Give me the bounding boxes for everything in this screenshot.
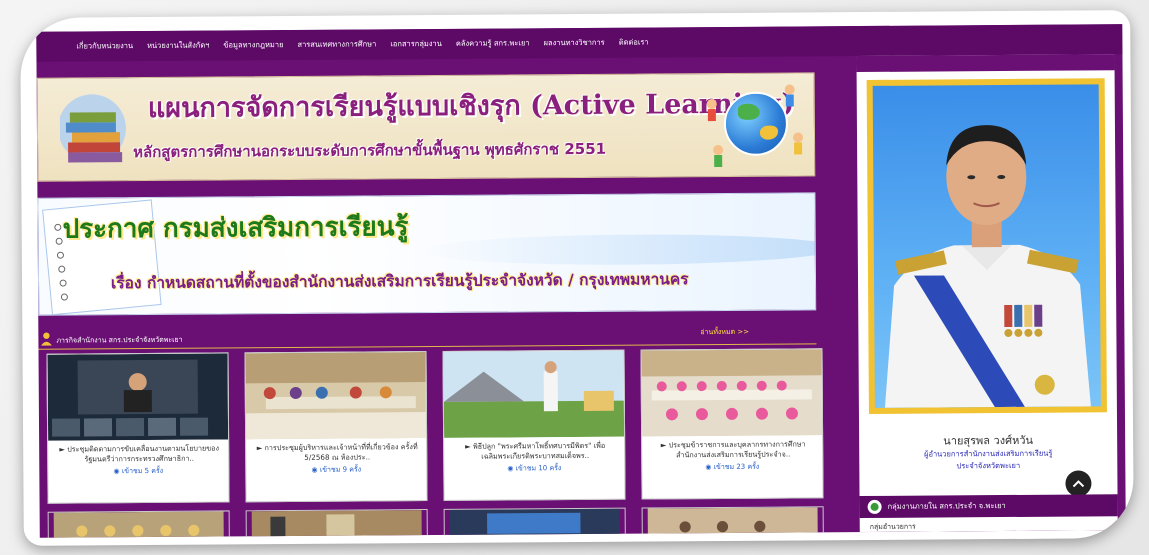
nav-item-about[interactable]: เกี่ยวกับหน่วยงาน (76, 40, 133, 52)
news-thumbnail[interactable] (245, 509, 428, 538)
user-icon (40, 332, 52, 346)
news-title[interactable]: ► ประชุมติดตามการขับเคลื่อนงานตามนโยบายข… (52, 443, 226, 464)
view-count: ◉ เข้าชม 5 ครั้ง (113, 466, 164, 476)
nav-item-academic[interactable]: ผลงานทางวิชาการ (544, 37, 605, 49)
news-title[interactable]: ► พิธีปลูก "พระศรีมหาโพธิ์ทศบารมีพิตร" เ… (448, 441, 622, 462)
news-title[interactable]: ► ประชุมข้าราชการและบุคลากรทางการศึกษา ส… (646, 439, 820, 460)
nav-item-units[interactable]: หน่วยงานในสังกัดฯ (147, 40, 209, 52)
nav-item-contact[interactable]: ติดต่อเรา (619, 36, 649, 48)
view-count: ◉ เข้าชม 23 ครั้ง (705, 462, 760, 472)
portrait-illustration (884, 125, 1091, 408)
section-title: ภารกิจสำนักงาน สกร.ประจำจังหวัดพะเยา (56, 335, 183, 345)
news-card[interactable]: ► ประชุมติดตามการขับเคลื่อนงานตามนโยบายข… (46, 352, 230, 504)
nav-item-knowledge[interactable]: คลังความรู้ สกร.พะเยา (456, 37, 530, 50)
news-thumbnail[interactable] (47, 510, 230, 538)
sidebar: นายสุรพล วงศ์หวัน ผู้อำนวยการสำนักงานส่ง… (856, 54, 1118, 533)
books-icon (59, 94, 126, 163)
web-page: เกี่ยวกับหน่วยงาน หน่วยงานในสังกัดฯ ข้อม… (36, 24, 1126, 538)
announcement-subtitle: เรื่อง กำหนดสถานที่ตั้งของสำนักงานส่งเสร… (110, 270, 689, 293)
kids-illustration (706, 84, 804, 168)
chevron-up-icon (1072, 480, 1085, 488)
internal-groups-header: กลุ่มงานภายใน สกร.ประจำ จ.พะเยา (859, 494, 1118, 519)
news-title[interactable]: ► การประชุมผู้บริหารและเจ้าหน้าที่ที่เกี… (250, 442, 424, 463)
news-cards-row-2 (47, 506, 824, 538)
director-portrait-frame (866, 78, 1107, 414)
main-column: แผนการจัดการเรียนรู้แบบเชิงรุก (Active L… (36, 56, 839, 538)
group-item-admin[interactable]: กลุ่มอำนวยการ (870, 522, 916, 533)
decorative-swoosh (418, 233, 817, 267)
screenshot-frame: เกี่ยวกับหน่วยงาน หน่วยงานในสังกัดฯ ข้อม… (20, 10, 1134, 546)
news-card[interactable]: ► ประชุมข้าราชการและบุคลากรทางการศึกษา ส… (640, 348, 824, 500)
news-cards: ► ประชุมติดตามการขับเคลื่อนงานตามนโยบายข… (46, 348, 824, 504)
announcement-title: ประกาศ กรมส่งเสริมการเรียนรู้ (62, 212, 409, 245)
view-count: ◉ เข้าชม 9 ครั้ง (311, 465, 362, 474)
internal-groups-title: กลุ่มงานภายใน สกร.ประจำ จ.พะเยา (887, 501, 1006, 511)
active-learning-banner[interactable]: แผนการจัดการเรียนรู้แบบเชิงรุก (Active L… (36, 72, 816, 182)
scroll-to-top-button[interactable] (1065, 470, 1092, 497)
news-thumbnail[interactable] (641, 506, 824, 538)
news-card[interactable]: ► พิธีปลูก "พระศรีมหาโพธิ์ทศบารมีพิตร" เ… (442, 349, 626, 501)
banner-subtitle: หลักสูตรการศึกษานอกระบบระดับการศึกษาขั้น… (133, 139, 607, 162)
news-thumbnail[interactable] (443, 507, 626, 538)
director-portrait (872, 84, 1101, 408)
view-count: ◉ เข้าชม 10 ครั้ง (507, 464, 562, 473)
news-thumbnail (47, 353, 229, 441)
announcement-banner[interactable]: ประกาศ กรมส่งเสริมการเรียนรู้ เรื่อง กำห… (37, 192, 817, 316)
nav-item-documents[interactable]: เอกสารกลุ่มงาน (390, 38, 442, 50)
sidebar-top-strip (856, 54, 1115, 73)
nav-item-info[interactable]: สารสนเทศทางการศึกษา (297, 38, 376, 51)
news-thumbnail (641, 349, 823, 437)
news-card[interactable]: ► การประชุมผู้บริหารและเจ้าหน้าที่ที่เกี… (244, 351, 428, 503)
read-all-link[interactable]: อ่านทั้งหมด >> (700, 327, 749, 338)
news-thumbnail (245, 352, 427, 440)
news-thumbnail (443, 350, 625, 438)
director-title: ผู้อำนวยการสำนักงานส่งเสริมการเรียนรู้ ป… (859, 447, 1117, 473)
nav-item-legal[interactable]: ข้อมูลทางกฎหมาย (223, 39, 283, 51)
logo-icon (867, 499, 882, 514)
section-header: ภารกิจสำนักงาน สกร.ประจำจังหวัดพะเยา อ่า… (38, 326, 817, 350)
